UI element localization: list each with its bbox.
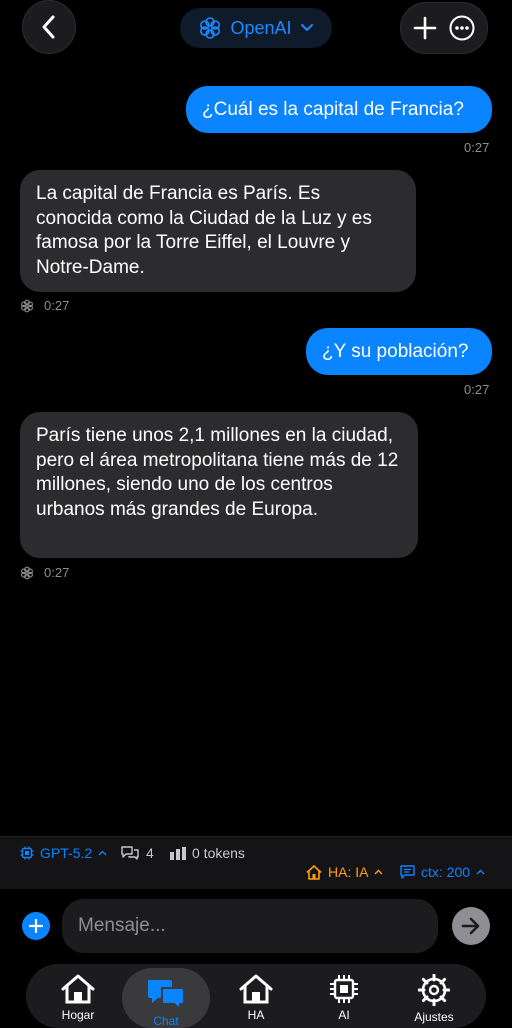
back-button[interactable]	[22, 0, 76, 54]
assistant-meta: 0:27	[20, 565, 69, 580]
new-chat-button[interactable]	[413, 16, 437, 40]
tab-bar: Hogar Chat HA AI Ajustes	[26, 964, 486, 1028]
message-time: 0:27	[464, 382, 490, 397]
message-text: La capital de Francia es París. Es conoc…	[36, 183, 372, 278]
arrow-right-icon	[461, 917, 480, 935]
message-time: 0:27	[44, 298, 70, 313]
header-actions	[400, 2, 488, 54]
plus-icon	[29, 919, 43, 933]
openai-logo-icon	[200, 17, 221, 39]
tab-label: AI	[338, 1008, 350, 1022]
ctx-label: ctx: 200	[421, 864, 471, 880]
chevron-up-icon	[476, 869, 485, 875]
tab-ai[interactable]: AI	[300, 964, 388, 1028]
message-text: ¿Cuál es la capital de Francia?	[202, 99, 464, 120]
message-time: 0:27	[464, 140, 490, 155]
message-text: ¿Y su población?	[322, 341, 469, 362]
chat-bubbles-icon	[148, 980, 185, 1010]
token-count-value: 0 tokens	[192, 845, 245, 861]
chat-status-bar: GPT-5.2 4 0 tokens HA: IA ctx: 200	[0, 836, 512, 889]
user-message[interactable]: ¿Y su población?	[306, 328, 492, 375]
chip-icon	[20, 846, 34, 860]
model-label: GPT-5.2	[40, 845, 93, 861]
message-count: 4	[120, 845, 154, 861]
chevron-left-icon	[42, 15, 55, 39]
send-button[interactable]	[452, 907, 490, 945]
token-count: 0 tokens	[170, 845, 245, 861]
message-time: 0:27	[44, 565, 70, 580]
tab-label: HA	[247, 1008, 265, 1022]
tab-hogar[interactable]: Hogar	[34, 964, 122, 1028]
tab-label: Hogar	[61, 1008, 95, 1022]
chat-bubbles-icon	[121, 846, 139, 860]
assistant-message[interactable]: París tiene unos 2,1 millones en la ciud…	[20, 412, 418, 558]
home-icon	[239, 974, 273, 1004]
ha-mode-selector[interactable]: HA: IA	[306, 864, 383, 880]
assistant-message[interactable]: La capital de Francia es París. Es conoc…	[20, 170, 416, 292]
home-icon	[306, 864, 322, 880]
user-message[interactable]: ¿Cuál es la capital de Francia?	[186, 86, 492, 133]
assistant-meta: 0:27	[20, 298, 69, 313]
bar-chart-icon	[170, 846, 186, 860]
tab-chat[interactable]: Chat	[122, 968, 210, 1028]
chevron-up-icon	[374, 869, 383, 875]
message-text: París tiene unos 2,1 millones en la ciud…	[36, 425, 399, 520]
tab-ha[interactable]: HA	[212, 964, 300, 1028]
message-count-value: 4	[146, 845, 154, 861]
ctx-selector[interactable]: ctx: 200	[400, 864, 485, 880]
ellipsis-circle-icon	[449, 15, 475, 41]
attach-button[interactable]	[22, 912, 50, 940]
more-button[interactable]	[449, 15, 475, 41]
tab-ajustes[interactable]: Ajustes	[390, 964, 478, 1028]
chevron-up-icon	[98, 850, 107, 856]
home-icon	[61, 974, 95, 1004]
provider-label: OpenAI	[230, 17, 292, 38]
tab-label: Chat	[153, 1014, 179, 1028]
plus-icon	[413, 16, 437, 40]
model-selector[interactable]: GPT-5.2	[20, 845, 107, 861]
message-input[interactable]	[62, 899, 438, 953]
tab-label: Ajustes	[414, 1010, 454, 1024]
gear-icon	[418, 974, 450, 1006]
provider-selector[interactable]: OpenAI	[180, 8, 332, 48]
chevron-down-icon	[300, 24, 313, 32]
openai-logo-icon	[21, 566, 33, 579]
openai-logo-icon	[21, 299, 33, 312]
message-square-icon	[400, 865, 415, 879]
chip-icon	[330, 975, 358, 1003]
ha-mode-label: HA: IA	[328, 864, 369, 880]
